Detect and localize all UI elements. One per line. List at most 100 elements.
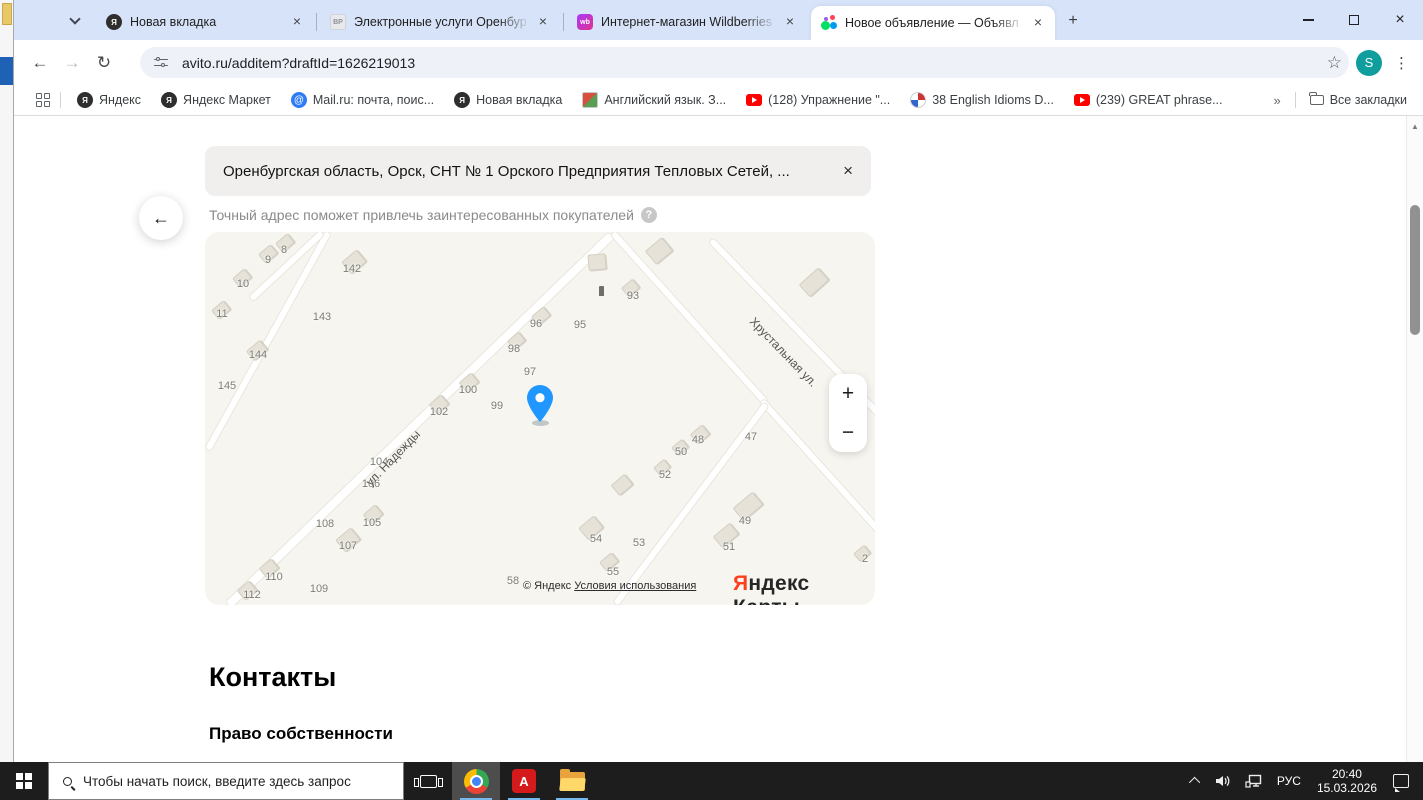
url-text[interactable]: avito.ru/additem?draftId=1626219013 bbox=[182, 55, 415, 71]
task-view-button[interactable] bbox=[404, 762, 452, 800]
mailru-at-icon: @ bbox=[290, 92, 307, 108]
house-number-label: 2 bbox=[861, 553, 869, 565]
house-number-label: 107 bbox=[338, 540, 358, 552]
tab-title: Электронные услуги Оренбур bbox=[354, 15, 527, 29]
divider bbox=[60, 92, 61, 108]
bookmark-youtube-exercise[interactable]: (128) Упражнение "... bbox=[746, 93, 890, 107]
search-placeholder: Чтобы начать поиск, введите здесь запрос bbox=[83, 773, 351, 789]
network-button[interactable] bbox=[1238, 762, 1270, 800]
apps-grid-icon[interactable] bbox=[36, 93, 50, 107]
tab-divider bbox=[563, 13, 564, 31]
site-settings-icon[interactable] bbox=[154, 56, 170, 69]
tray-clock[interactable]: 20:40 15.03.2026 bbox=[1308, 767, 1386, 795]
house-number-label: 96 bbox=[529, 318, 543, 330]
speaker-icon bbox=[1215, 775, 1230, 787]
page-scrollbar[interactable]: ▲ bbox=[1406, 116, 1423, 762]
profile-avatar[interactable]: S bbox=[1356, 49, 1382, 76]
close-window-button[interactable]: × bbox=[1377, 0, 1423, 40]
tab-search-button[interactable] bbox=[62, 8, 88, 34]
zoom-in-button[interactable]: + bbox=[829, 374, 867, 413]
yandex-favicon-icon: Я bbox=[77, 92, 93, 108]
browser-window: Я Новая вкладка × ВР Электронные услуги … bbox=[14, 0, 1423, 762]
close-tab-icon[interactable]: × bbox=[1029, 14, 1047, 32]
all-bookmarks-button[interactable]: Все закладки bbox=[1309, 92, 1407, 107]
close-tab-icon[interactable]: × bbox=[781, 13, 799, 31]
bookmark-new-tab[interactable]: Я Новая вкладка bbox=[454, 92, 562, 108]
house-number-label: 109 bbox=[309, 583, 329, 595]
back-nav-icon[interactable]: ← bbox=[24, 53, 56, 73]
house-number-label: 10 bbox=[236, 278, 250, 290]
bookmark-youtube-great[interactable]: (239) GREAT phrase... bbox=[1073, 93, 1223, 107]
bookmark-yandex-market[interactable]: Я Яндекс Маркет bbox=[161, 92, 271, 108]
zoom-out-button[interactable]: − bbox=[829, 413, 867, 452]
bookmark-idioms[interactable]: 38 English Idioms D... bbox=[910, 92, 1054, 108]
url-bar[interactable]: avito.ru/additem?draftId=1626219013 bbox=[140, 47, 1349, 78]
map-pin-icon[interactable] bbox=[527, 385, 553, 428]
chrome-icon bbox=[463, 768, 489, 794]
help-icon[interactable]: ? bbox=[640, 207, 657, 223]
tab-title: Интернет-магазин Wildberries bbox=[601, 15, 772, 29]
ownership-subheading: Право собственности bbox=[209, 724, 393, 743]
tab-gosuslugi[interactable]: ВР Электронные услуги Оренбур × bbox=[320, 6, 560, 38]
house-number-label: 102 bbox=[429, 406, 449, 418]
yandex-maps-logo[interactable]: Яндекс Карты bbox=[733, 572, 875, 605]
house-number-label: 49 bbox=[738, 515, 752, 527]
close-tab-icon[interactable]: × bbox=[288, 13, 306, 31]
terms-link[interactable]: Условия использования bbox=[574, 580, 696, 592]
house-number-label: 9 bbox=[264, 254, 272, 266]
network-icon bbox=[1245, 774, 1262, 788]
tab-title: Новое объявление — Объявл bbox=[845, 16, 1019, 30]
forward-nav-icon[interactable]: → bbox=[56, 53, 88, 73]
house-number-label: 11 bbox=[216, 308, 228, 320]
close-tab-icon[interactable]: × bbox=[534, 13, 552, 31]
bookmark-english[interactable]: Английский язык. З... bbox=[582, 92, 726, 108]
start-button[interactable] bbox=[0, 762, 48, 800]
map-road bbox=[224, 232, 616, 605]
taskbar-acrobat-button[interactable]: A bbox=[500, 762, 548, 800]
tray-date: 15.03.2026 bbox=[1316, 781, 1377, 795]
window-controls: × bbox=[1285, 0, 1423, 40]
browser-menu-icon[interactable]: ⋮ bbox=[1394, 54, 1409, 72]
taskbar-chrome-button[interactable] bbox=[452, 762, 500, 800]
reload-icon[interactable]: ↻ bbox=[88, 53, 120, 73]
scroll-up-icon[interactable]: ▲ bbox=[1407, 122, 1423, 131]
back-button[interactable]: ← bbox=[139, 196, 183, 240]
taskbar-search[interactable]: Чтобы начать поиск, введите здесь запрос bbox=[48, 762, 404, 800]
youtube-icon bbox=[746, 94, 763, 106]
house-number-label: 97 bbox=[523, 366, 537, 378]
house-number-label: 53 bbox=[632, 537, 646, 549]
address-banner: Оренбургская область, Орск, СНТ № 1 Орск… bbox=[205, 146, 871, 196]
minimize-button[interactable] bbox=[1285, 0, 1331, 40]
chevron-down-icon bbox=[69, 13, 81, 25]
house-number-label: 8 bbox=[280, 244, 288, 256]
yandex-map[interactable]: 8 9 10 11 142 143 144 145 96 95 93 98 97 100 99 102 104 1… bbox=[205, 232, 875, 605]
scrollbar-thumb[interactable] bbox=[1410, 205, 1420, 335]
tab-divider bbox=[316, 13, 317, 31]
tab-new-tab[interactable]: Я Новая вкладка × bbox=[96, 6, 314, 38]
screen: Я Новая вкладка × ВР Электронные услуги … bbox=[0, 0, 1423, 800]
tray-expand-button[interactable] bbox=[1185, 762, 1207, 800]
house-number-label: 51 bbox=[722, 541, 736, 553]
acrobat-icon: A bbox=[512, 769, 536, 793]
action-center-button[interactable] bbox=[1386, 762, 1423, 800]
map-road bbox=[609, 232, 770, 407]
divider bbox=[1294, 92, 1296, 108]
tab-wildberries[interactable]: wb Интернет-магазин Wildberries × bbox=[567, 6, 807, 38]
bookmarks-bar: Я Яндекс Я Яндекс Маркет @ Mail.ru: почта, … bbox=[14, 85, 1423, 116]
bookmarks-overflow-icon[interactable]: » bbox=[1273, 93, 1280, 108]
house-number-label: 108 bbox=[315, 518, 335, 530]
bookmark-mailru[interactable]: @ Mail.ru: почта, поис... bbox=[290, 92, 434, 108]
background-window-folder-icon bbox=[2, 3, 12, 25]
taskbar-explorer-button[interactable] bbox=[548, 762, 596, 800]
maximize-button[interactable] bbox=[1331, 0, 1377, 40]
windows-logo-icon bbox=[16, 773, 32, 789]
new-tab-button[interactable]: + bbox=[1062, 10, 1084, 32]
language-indicator[interactable]: РУС bbox=[1270, 762, 1308, 800]
tab-avito-active[interactable]: Новое объявление — Объявл × bbox=[811, 6, 1055, 40]
contacts-heading: Контакты bbox=[209, 662, 337, 692]
bookmark-yandex[interactable]: Я Яндекс bbox=[77, 92, 141, 108]
bookmark-star-icon[interactable]: ☆ bbox=[1327, 53, 1342, 73]
volume-button[interactable] bbox=[1207, 762, 1238, 800]
folder-icon bbox=[1309, 92, 1324, 105]
close-icon[interactable]: × bbox=[843, 161, 853, 181]
